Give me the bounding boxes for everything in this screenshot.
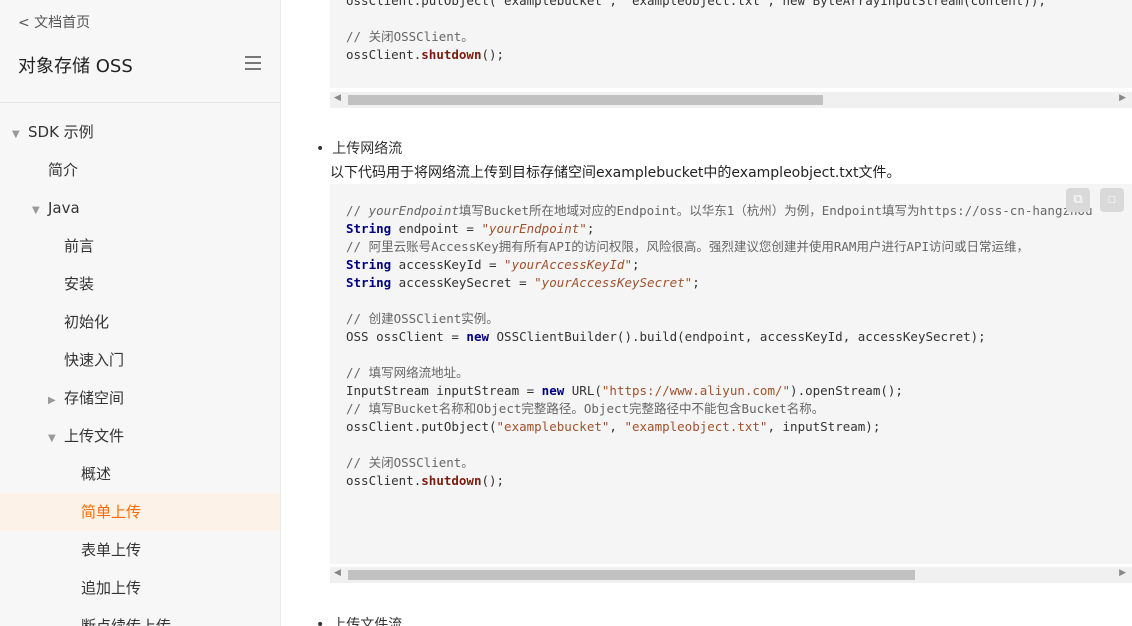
sidebar-item-append-upload[interactable]: 追加上传 xyxy=(0,569,280,607)
expand-icon[interactable]: ☐ xyxy=(1100,188,1124,212)
sidebar-item-resumable-upload[interactable]: 断点续传上传 xyxy=(0,607,280,626)
horizontal-scrollbar[interactable]: ◀ ▶ xyxy=(330,92,1132,108)
sidebar: < 文档首页 对象存储 OSS ▼ SDK 示例 简介 ▼ Java 前言 安装 初… xyxy=(0,0,281,626)
sidebar-item-preface[interactable]: 前言 xyxy=(0,227,280,265)
caret-down-icon: ▼ xyxy=(48,433,56,444)
menu-icon[interactable] xyxy=(245,56,261,70)
sidebar-item-install[interactable]: 安装 xyxy=(0,265,280,303)
sidebar-item-upload[interactable]: ▼ 上传文件 xyxy=(0,417,280,455)
code-comment: // 填写Bucket名称和Object完整路径。Object完整路径中不能包含… xyxy=(346,401,825,416)
code-line: String accessKeyId = "yourAccessKeyId"; xyxy=(346,257,640,272)
code-toolbar: ⧉ ☐ xyxy=(1066,188,1124,212)
section-bullet: • 上传文件流 xyxy=(316,617,403,626)
code-line: OSS ossClient = new OSSClientBuilder().b… xyxy=(346,329,986,344)
code-block: ⧉ ☐ // yourEndpoint填写Bucket所在地域对应的Endpoi… xyxy=(330,184,1132,564)
caret-down-icon: ▼ xyxy=(12,129,20,140)
code-line: ossClient.shutdown(); xyxy=(346,47,505,62)
code-line: ossClient.putObject("examplebucket", "ex… xyxy=(346,419,881,434)
code-comment: // 创建OSSClient实例。 xyxy=(346,311,499,326)
sidebar-item-overview[interactable]: 概述 xyxy=(0,455,280,493)
sidebar-item-java[interactable]: ▼ Java xyxy=(0,189,280,227)
sidebar-item-simple-upload[interactable]: 简单上传 xyxy=(0,493,280,531)
caret-down-icon: ▼ xyxy=(32,205,40,216)
back-to-docs-link[interactable]: < 文档首页 xyxy=(18,12,90,32)
section-bullet: • 上传网络流 xyxy=(316,141,403,157)
sidebar-item-sdk-examples[interactable]: ▼ SDK 示例 xyxy=(0,113,280,151)
copy-icon[interactable]: ⧉ xyxy=(1066,188,1090,212)
scrollbar-thumb[interactable] xyxy=(348,570,915,580)
scrollbar-thumb[interactable] xyxy=(348,95,823,105)
scroll-right-icon[interactable]: ▶ xyxy=(1119,93,1126,103)
code-line: String endpoint = "yourEndpoint"; xyxy=(346,221,595,236)
sidebar-item-init[interactable]: 初始化 xyxy=(0,303,280,341)
sidebar-item-bucket[interactable]: ▶ 存储空间 xyxy=(0,379,280,417)
sidebar-item-form-upload[interactable]: 表单上传 xyxy=(0,531,280,569)
code-comment: // yourEndpoint填写Bucket所在地域对应的Endpoint。以… xyxy=(346,203,1093,218)
section-description: 以下代码用于将网络流上传到目标存储空间examplebucket中的exampl… xyxy=(330,165,901,181)
caret-right-icon: ▶ xyxy=(48,395,56,406)
code-line: ossClient.shutdown(); xyxy=(346,473,505,488)
sidebar-item-intro[interactable]: 简介 xyxy=(0,151,280,189)
sidebar-divider xyxy=(0,102,280,103)
scroll-left-icon[interactable]: ◀ xyxy=(334,93,341,103)
code-line: ossClient.putObject("examplebucket", "ex… xyxy=(346,0,1046,8)
code-comment: // 填写网络流地址。 xyxy=(346,365,469,380)
horizontal-scrollbar[interactable]: ◀ ▶ xyxy=(330,567,1132,583)
sidebar-item-quickstart[interactable]: 快速入门 xyxy=(0,341,280,379)
code-line: InputStream inputStream = new URL("https… xyxy=(346,383,903,398)
code-block: ossClient.putObject("examplebucket", "ex… xyxy=(330,0,1132,88)
code-comment: // 关闭OSSClient。 xyxy=(346,455,474,470)
code-comment: // 关闭OSSClient。 xyxy=(346,29,474,44)
code-line: String accessKeySecret = "yourAccessKeyS… xyxy=(346,275,700,290)
product-title: 对象存储 OSS xyxy=(18,56,133,77)
scroll-right-icon[interactable]: ▶ xyxy=(1119,568,1126,578)
code-comment: // 阿里云账号AccessKey拥有所有API的访问权限，风险很高。强烈建议您… xyxy=(346,239,1030,254)
doc-content: ossClient.putObject("examplebucket", "ex… xyxy=(300,0,1132,626)
scroll-left-icon[interactable]: ◀ xyxy=(334,568,341,578)
